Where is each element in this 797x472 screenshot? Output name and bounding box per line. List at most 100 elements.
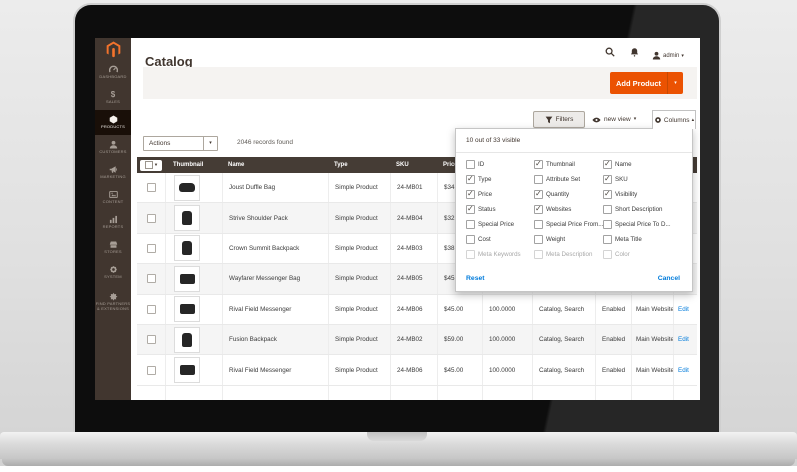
admin-username: admin: [663, 53, 679, 59]
cell-sku: 24-MB06: [390, 355, 437, 384]
checkbox[interactable]: [534, 250, 543, 259]
column-option-status[interactable]: Status: [466, 205, 534, 214]
search-icon[interactable]: [605, 47, 615, 57]
column-option-special-price-to[interactable]: Special Price To D...: [603, 220, 684, 229]
column-option-special-price[interactable]: Special Price: [466, 220, 534, 229]
sidebar-item-content[interactable]: CONTENT: [95, 185, 131, 210]
sidebar-item-marketing[interactable]: MARKETING: [95, 160, 131, 185]
magento-admin-screen: DASHBOARD $ SALES PRODUCTS CUSTOMERS MAR…: [95, 38, 700, 400]
cell-websites: Main Website: [631, 355, 673, 384]
sidebar-item-customers[interactable]: CUSTOMERS: [95, 135, 131, 160]
checkbox[interactable]: [603, 160, 612, 169]
checkbox[interactable]: [534, 205, 543, 214]
view-selector[interactable]: new view ▾: [592, 111, 636, 128]
actions-dropdown[interactable]: Actions ▾: [143, 136, 218, 151]
columns-visible-count: 10 out of 33 visible: [466, 137, 520, 144]
edit-link[interactable]: Edit: [673, 325, 697, 354]
checkbox[interactable]: [534, 235, 543, 244]
select-all-checkbox[interactable]: [145, 161, 153, 169]
column-option-id[interactable]: ID: [466, 160, 534, 169]
row-checkbox[interactable]: [147, 305, 156, 314]
column-option-type[interactable]: Type: [466, 175, 534, 184]
sidebar-item-sales[interactable]: $ SALES: [95, 85, 131, 110]
row-checkbox[interactable]: [147, 244, 156, 253]
column-option-special-price-from[interactable]: Special Price From...: [534, 220, 603, 229]
col-header-sku[interactable]: SKU: [390, 157, 437, 173]
checkbox[interactable]: [534, 175, 543, 184]
records-count: 2046 records found: [237, 139, 293, 146]
checkbox[interactable]: [534, 190, 543, 199]
notifications-bell-icon[interactable]: [630, 47, 639, 57]
cell-status: Enabled: [595, 295, 631, 324]
cell-quantity: 100.0000: [482, 355, 532, 384]
customers-icon: [109, 140, 118, 149]
checkbox[interactable]: [466, 220, 475, 229]
column-option-thumbnail[interactable]: Thumbnail: [534, 160, 603, 169]
add-product-button[interactable]: Add Product ▾: [610, 72, 683, 94]
column-option-attribute-set[interactable]: Attribute Set: [534, 175, 603, 184]
select-all-control[interactable]: ▾: [140, 160, 162, 171]
sidebar-item-find-partners[interactable]: FIND PARTNERS & EXTENSIONS: [95, 285, 131, 319]
filters-button[interactable]: Filters: [533, 111, 585, 128]
row-checkbox[interactable]: [147, 274, 156, 283]
cell-sku: 24-MB03: [390, 234, 437, 263]
checkbox[interactable]: [466, 205, 475, 214]
edit-link[interactable]: Edit: [673, 355, 697, 384]
cell-name: Wayfarer Messenger Bag: [222, 264, 328, 293]
column-option-sku[interactable]: SKU: [603, 175, 684, 184]
col-header-type[interactable]: Type: [328, 157, 390, 173]
column-option-name[interactable]: Name: [603, 160, 684, 169]
product-thumbnail: [174, 205, 200, 231]
checkbox[interactable]: [603, 190, 612, 199]
sidebar-item-reports[interactable]: REPORTS: [95, 210, 131, 235]
column-option-meta-keywords[interactable]: Meta Keywords: [466, 250, 534, 259]
product-thumbnail: [174, 175, 200, 201]
product-thumbnail: [174, 235, 200, 261]
reset-link[interactable]: Reset: [466, 275, 485, 282]
checkbox[interactable]: [603, 250, 612, 259]
col-header-thumbnail[interactable]: Thumbnail: [165, 157, 222, 173]
admin-sidebar: DASHBOARD $ SALES PRODUCTS CUSTOMERS MAR…: [95, 38, 131, 400]
column-option-cost[interactable]: Cost: [466, 235, 534, 244]
checkbox[interactable]: [603, 175, 612, 184]
column-option-price[interactable]: Price: [466, 190, 534, 199]
checkbox[interactable]: [603, 220, 612, 229]
checkbox[interactable]: [466, 190, 475, 199]
columns-options-grid: ID Thumbnail Name Type Attribute Set SKU…: [466, 157, 684, 262]
col-header-name[interactable]: Name: [222, 157, 328, 173]
checkbox[interactable]: [466, 175, 475, 184]
columns-button[interactable]: Columns ▴: [652, 110, 696, 129]
cancel-link[interactable]: Cancel: [658, 275, 680, 282]
checkbox[interactable]: [603, 205, 612, 214]
sidebar-item-system[interactable]: SYSTEM: [95, 260, 131, 285]
add-product-split-toggle[interactable]: ▾: [667, 72, 683, 94]
row-checkbox[interactable]: [147, 214, 156, 223]
checkbox[interactable]: [466, 160, 475, 169]
column-option-color[interactable]: Color: [603, 250, 684, 259]
column-option-weight[interactable]: Weight: [534, 235, 603, 244]
checkbox[interactable]: [534, 160, 543, 169]
cell-sku: 24-MB01: [390, 173, 437, 202]
column-option-visibility[interactable]: Visibility: [603, 190, 684, 199]
checkbox[interactable]: [534, 220, 543, 229]
funnel-icon: [545, 116, 553, 124]
checkbox[interactable]: [466, 250, 475, 259]
column-option-meta-title[interactable]: Meta Title: [603, 235, 684, 244]
column-option-websites[interactable]: Websites: [534, 205, 603, 214]
magento-logo-icon[interactable]: [95, 38, 131, 60]
column-option-short-description[interactable]: Short Description: [603, 205, 684, 214]
admin-account-menu[interactable]: admin ▾: [652, 47, 684, 65]
column-option-quantity[interactable]: Quantity: [534, 190, 603, 199]
sidebar-item-stores[interactable]: STORES: [95, 235, 131, 260]
column-option-meta-description[interactable]: Meta Description: [534, 250, 603, 259]
sidebar-item-products[interactable]: PRODUCTS: [95, 110, 131, 135]
cell-sku: 24-MB05: [390, 264, 437, 293]
row-checkbox[interactable]: [147, 366, 156, 375]
sidebar-item-dashboard[interactable]: DASHBOARD: [95, 60, 131, 85]
row-checkbox[interactable]: [147, 183, 156, 192]
checkbox[interactable]: [466, 235, 475, 244]
cell-websites: Main Website: [631, 295, 673, 324]
checkbox[interactable]: [603, 235, 612, 244]
edit-link[interactable]: Edit: [673, 295, 697, 324]
row-checkbox[interactable]: [147, 335, 156, 344]
